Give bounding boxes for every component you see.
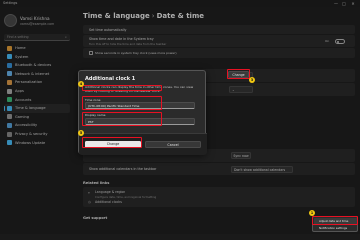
adjust-date-time-highlight <box>312 216 358 225</box>
step-marker-1: 1 <box>309 210 315 216</box>
settings-window: Settings — □ ✕ Vamsi Krishna vamsi@examp… <box>0 0 360 240</box>
taskbar <box>0 234 360 240</box>
notification-settings-item[interactable]: Notification settings <box>314 225 358 232</box>
step-marker-3: 3 <box>249 77 255 83</box>
description-highlight <box>82 85 162 91</box>
dialog-change-highlight <box>82 137 142 148</box>
dialog-cancel-button[interactable]: Cancel <box>145 141 201 148</box>
step-marker-5: 5 <box>78 130 84 136</box>
dialog-title: Additional clock 1 <box>85 76 136 82</box>
display-name-highlight <box>82 112 162 126</box>
step-marker-4: 4 <box>78 81 84 87</box>
change-time-zone-button-highlighted[interactable]: Change <box>228 70 249 78</box>
time-zone-highlight <box>82 96 162 110</box>
